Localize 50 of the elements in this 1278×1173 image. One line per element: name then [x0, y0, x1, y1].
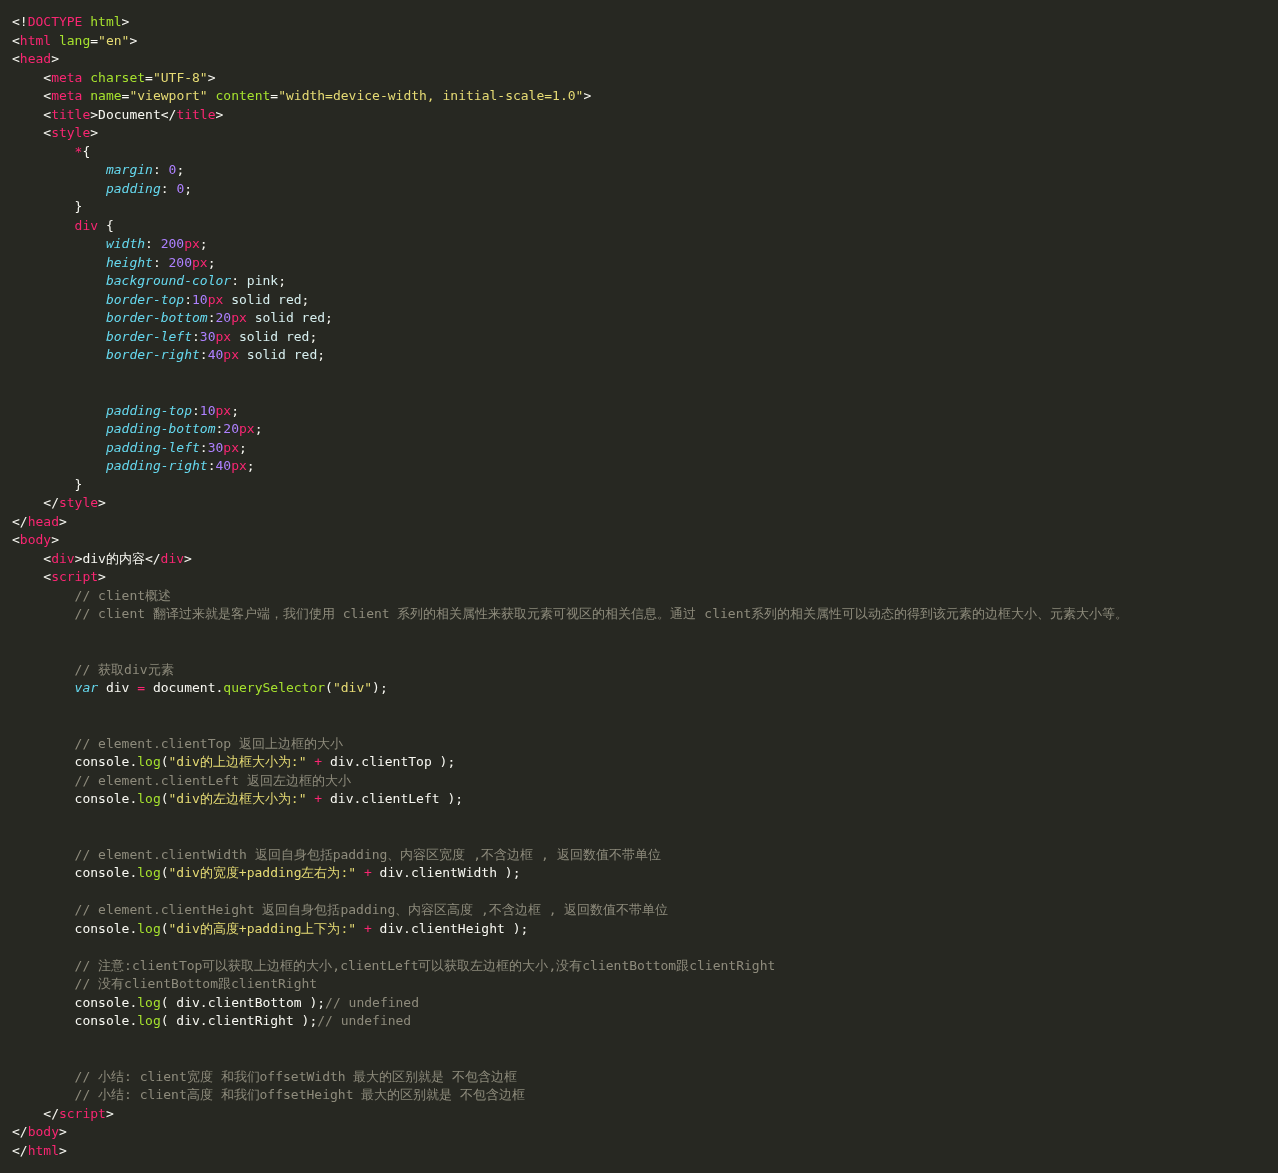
code-line: // element.clientHeight 返回自身包括padding、内容区高度 ,不含边框 , 返回数值不带单位: [73, 901, 669, 919]
code-line: // 小结: client高度 和我们offsetHeight 最大的区别就是 不包含边框: [73, 1086, 526, 1104]
code-line: <body>: [12, 531, 59, 549]
code-line: </body>: [12, 1123, 67, 1141]
code-line: <!DOCTYPE html>: [12, 13, 130, 31]
code-line: <html lang="en">: [12, 31, 138, 50]
code-line: // client概述: [73, 586, 172, 605]
code-line: <div>div的内容</div>: [42, 549, 192, 568]
code-line: border-left:30px solid red;: [104, 327, 318, 346]
code-line: <title>Document</title>: [42, 105, 224, 124]
code-line: background-color: pink;: [104, 272, 286, 290]
code-line: </script>: [42, 1104, 114, 1123]
code-line: </style>: [42, 494, 106, 512]
code-line: padding-top:10px;: [104, 401, 239, 420]
code-line: height: 200px;: [104, 253, 216, 272]
code-line: *{: [73, 142, 91, 161]
code-line: padding: 0;: [104, 179, 193, 198]
code-line: // 没有clientBottom跟clientRight: [73, 975, 318, 993]
code-line: padding-bottom:20px;: [104, 420, 263, 438]
code-line: console.log("div的左边框大小为:" + div.clientLeft );: [73, 790, 464, 808]
code-line: // client 翻译过来就是客户端，我们使用 client 系列的相关属性来获取元素可视区的相关信息。通过 client系列的相关属性可以动态的得到该元素的边框大小、元素大小等。: [73, 605, 1129, 623]
code-line: padding-right:40px;: [104, 457, 255, 475]
code-line: </head>: [12, 512, 67, 531]
code-line: </html>: [12, 1141, 67, 1160]
code-line: // 获取div元素: [73, 660, 174, 679]
code-line: console.log( div.clientRight );// undefined: [73, 1012, 412, 1030]
code-line: <meta charset="UTF-8">: [42, 68, 216, 87]
code-line: }: [73, 475, 83, 494]
code-line: <script>: [42, 568, 106, 586]
code-line: // 注意:clientTop可以获取上边框的大小,clientLeft可以获取左边框的大小,没有clientBottom跟clientRight: [73, 956, 776, 975]
code-line: <style>: [42, 124, 99, 142]
code-line: <meta name="viewport" content="width=device-width, initial-scale=1.0">: [42, 87, 592, 105]
code-line: margin: 0;: [104, 161, 185, 179]
code-line: console.log("div的高度+padding上下为:" + div.clientHeight );: [73, 919, 529, 938]
code-line: console.log("div的宽度+padding左右为:" + div.clientWidth );: [73, 864, 521, 882]
code-line: width: 200px;: [104, 235, 208, 253]
code-line: // 小结: client宽度 和我们offsetWidth 最大的区别就是 不包含边框: [73, 1067, 518, 1086]
code-line: // element.clientTop 返回上边框的大小: [73, 734, 343, 753]
code-line: // element.clientLeft 返回左边框的大小: [73, 771, 351, 790]
code-line: }: [73, 198, 83, 216]
code-line: padding-left:30px;: [104, 438, 247, 457]
code-line: var div = document.querySelector("div");: [73, 679, 388, 697]
code-line: // element.clientWidth 返回自身包括padding、内容区宽度 ,不含边框 , 返回数值不带单位: [73, 845, 661, 864]
code-line: <head>: [12, 50, 59, 68]
code-line: div {: [73, 216, 114, 235]
code-line: console.log( div.clientBottom );// undefined: [73, 993, 419, 1012]
code-line: border-right:40px solid red;: [104, 346, 326, 364]
code-line: console.log("div的上边框大小为:" + div.clientTop );: [73, 753, 456, 771]
code-line: border-top:10px solid red;: [104, 290, 310, 309]
code-line: border-bottom:20px solid red;: [104, 309, 333, 327]
